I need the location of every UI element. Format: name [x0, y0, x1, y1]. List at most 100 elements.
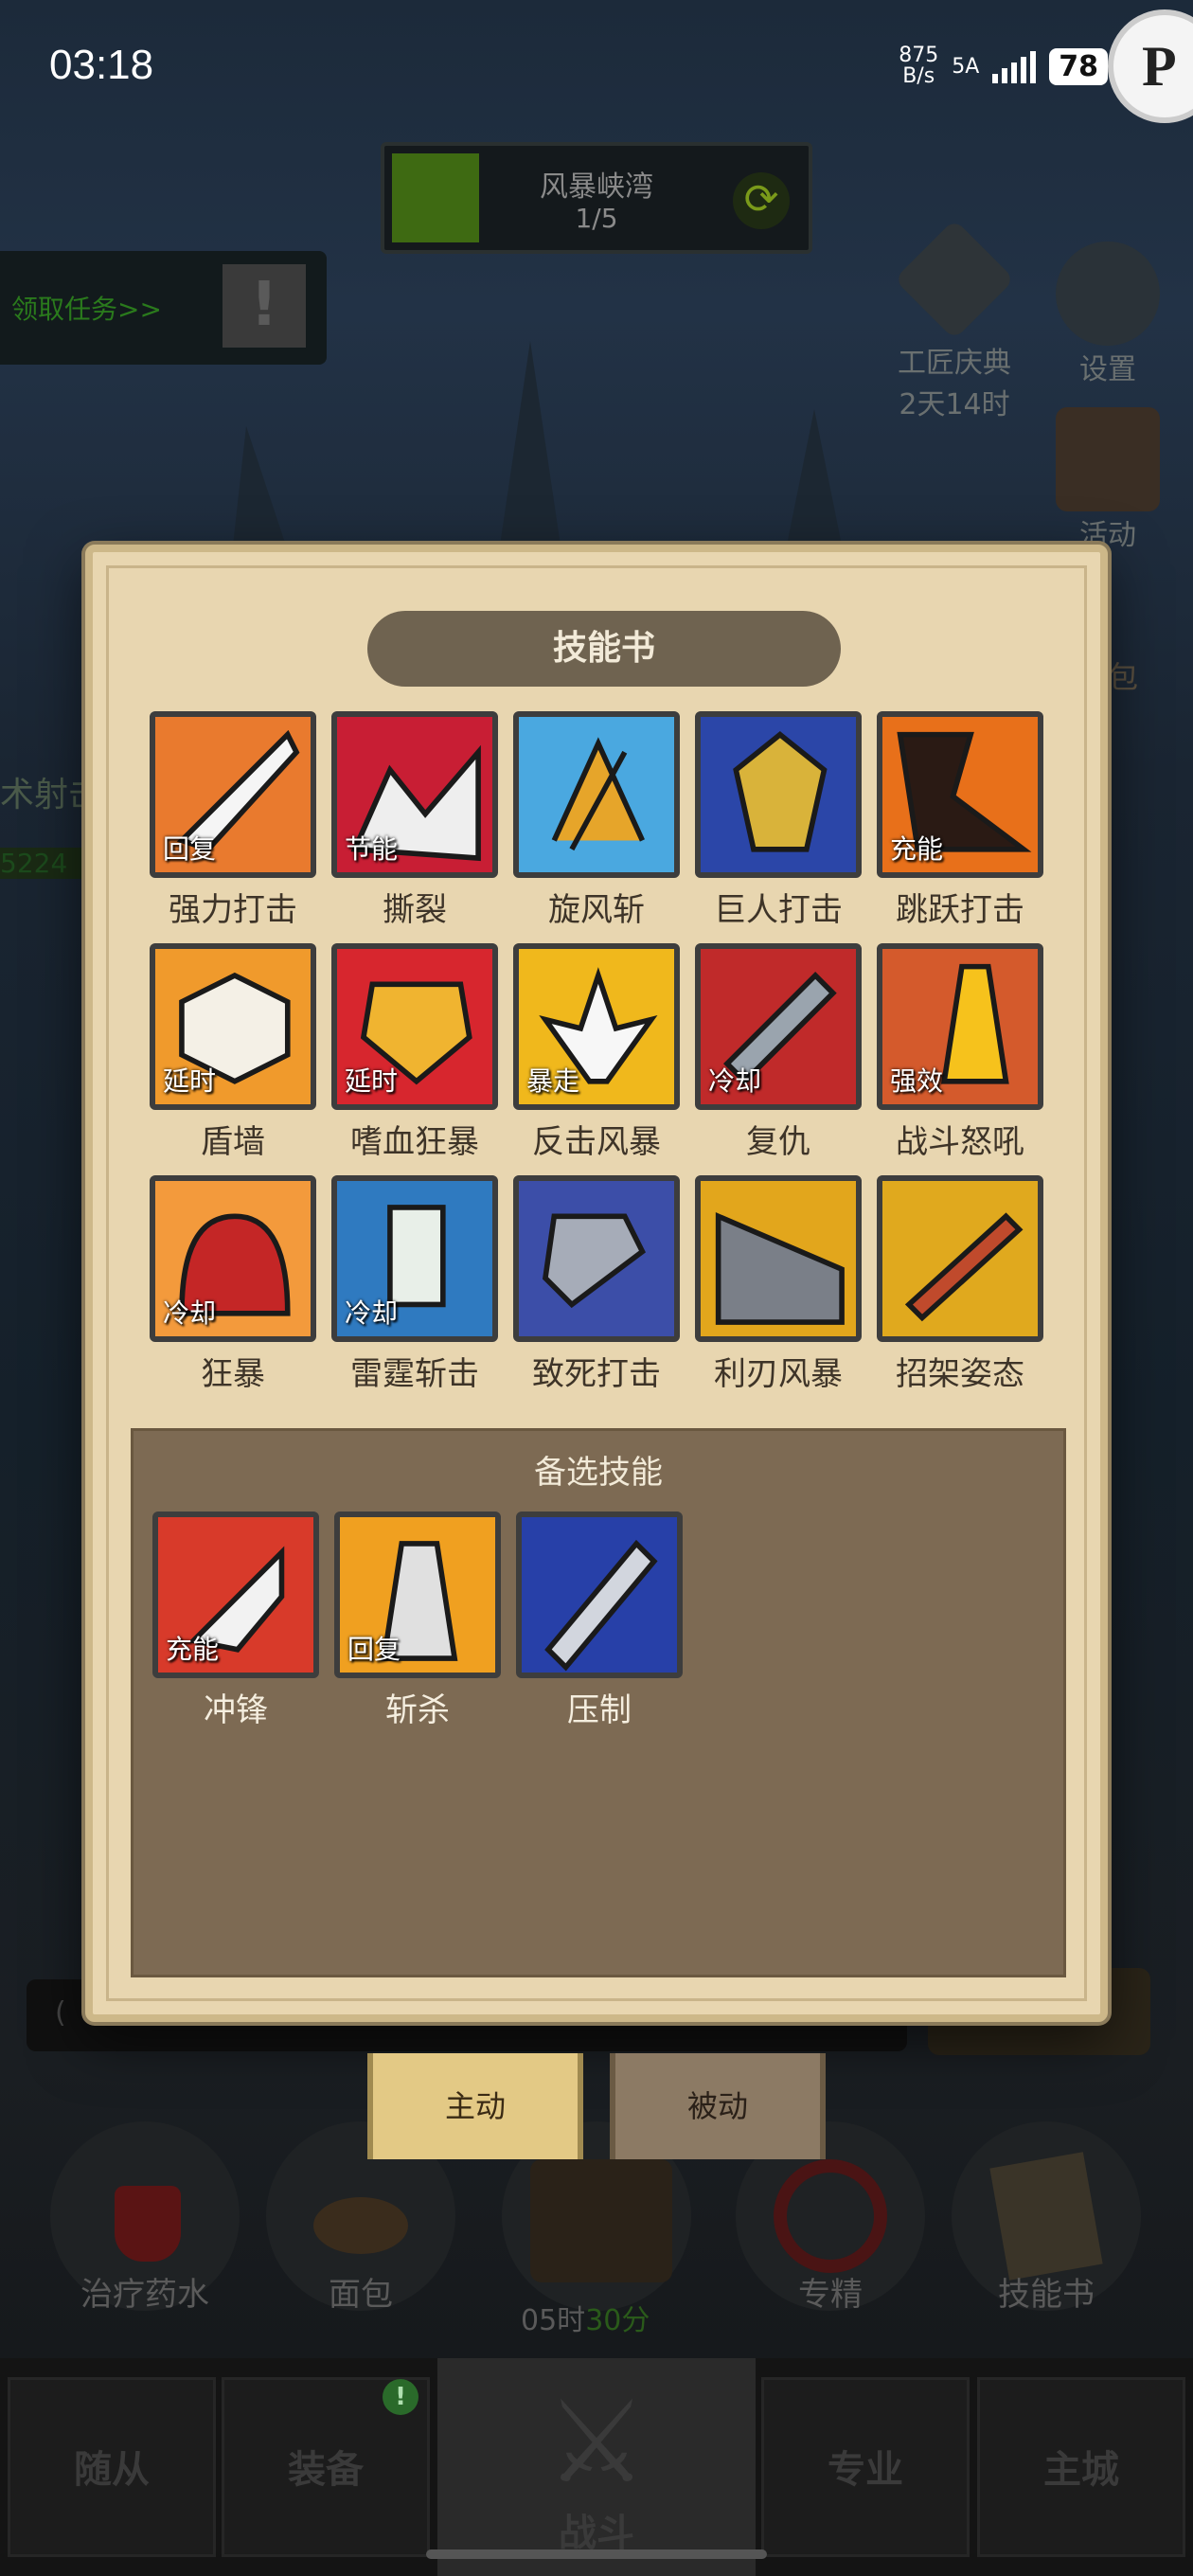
execute-icon: 回复: [334, 1512, 501, 1678]
power-strike-icon: 回复: [150, 711, 316, 878]
celebration-timer: 2天14时: [899, 388, 1010, 421]
rend-icon: 节能: [331, 711, 498, 878]
skill-slot[interactable]: 回复强力打击: [150, 711, 316, 930]
skill-slot[interactable]: 延时 盾墙: [150, 943, 316, 1162]
thunder-slash-icon: 冷却: [331, 1175, 498, 1342]
skill-name: 狂暴: [201, 1355, 265, 1393]
bloodlust-icon: 延时: [331, 943, 498, 1110]
bladestorm-icon: [695, 1175, 862, 1342]
skill-slot[interactable]: 回复斩杀: [334, 1512, 501, 1730]
skill-slot[interactable]: 延时 嗜血狂暴: [331, 943, 498, 1162]
bread-icon: [313, 2197, 408, 2254]
charge-icon: 充能: [152, 1512, 319, 1678]
tab-passive[interactable]: 被动: [610, 2053, 826, 2159]
counter-storm-icon: 暴走: [513, 943, 680, 1110]
settings-label: 设置: [1079, 353, 1136, 386]
skill-slot[interactable]: 冷却狂暴: [150, 1175, 316, 1394]
skill-slot[interactable]: 强效战斗怒吼: [877, 943, 1043, 1162]
skill-slot[interactable]: 充能跳跃打击: [877, 711, 1043, 930]
quest-label: 领取任务>>: [11, 294, 162, 325]
giant-strike-icon: [695, 711, 862, 878]
scroll-icon: [1056, 407, 1160, 511]
skill-slot[interactable]: 利刃风暴: [695, 1175, 862, 1394]
gear-icon: [1056, 242, 1160, 346]
skill-tag: 延时: [163, 1065, 217, 1097]
nav-followers[interactable]: 随从: [8, 2377, 216, 2557]
potion-icon: [115, 2186, 181, 2262]
overpower-icon: [516, 1512, 683, 1678]
settings-button[interactable]: 设置: [1042, 242, 1174, 387]
quick-item-potion[interactable]: 治疗药水: [45, 2121, 244, 2314]
network-speed: 875 B/s: [899, 44, 939, 88]
quick-item-skill-book[interactable]: 技能书: [947, 2121, 1146, 2314]
skill-name: 旋风斩: [548, 891, 645, 929]
skill-slot[interactable]: 冷却复仇: [695, 943, 862, 1162]
skill-name: 致死打击: [532, 1355, 661, 1393]
notification-badge: !: [383, 2379, 418, 2415]
status-indicators: 875 B/s 5A 78: [899, 45, 1108, 87]
activity-button[interactable]: 活动: [1042, 407, 1174, 553]
bottom-nav: 随从 装备 ⚔ 战斗 专业 主城: [0, 2358, 1193, 2576]
hidden-number: 5224: [0, 848, 85, 879]
nav-main-city[interactable]: 主城: [977, 2377, 1185, 2557]
skill-name: 雷霆斩击: [350, 1355, 479, 1393]
skill-slot[interactable]: 巨人打击: [695, 711, 862, 930]
floating-assistant-icon[interactable]: P: [1108, 9, 1193, 123]
skill-slot[interactable]: 旋风斩: [513, 711, 680, 930]
skill-name: 招架姿态: [896, 1355, 1024, 1393]
hammer-icon: [894, 219, 1015, 340]
skill-slot[interactable]: 暴走 反击风暴: [513, 943, 680, 1162]
exclamation-icon: !: [223, 264, 306, 348]
celebration-button[interactable]: 工匠庆典 2天14时: [879, 219, 1030, 422]
refresh-icon[interactable]: ⟳: [733, 172, 790, 229]
nav-specialty[interactable]: 专业: [761, 2377, 970, 2557]
parry-stance-icon: [877, 1175, 1043, 1342]
home-indicator[interactable]: [426, 2549, 767, 2559]
skill-tag: 强效: [890, 1065, 944, 1097]
battery-icon: 78: [1049, 47, 1108, 85]
alternate-skills-title: 备选技能: [534, 1454, 663, 1492]
battle-shout-icon: 强效: [877, 943, 1043, 1110]
skill-slot[interactable]: 招架姿态: [877, 1175, 1043, 1394]
network-type: 5A: [952, 54, 980, 79]
skill-name: 跳跃打击: [896, 891, 1024, 929]
skill-slot[interactable]: 冷却雷霆斩击: [331, 1175, 498, 1394]
skill-tag: 暴走: [526, 1065, 580, 1097]
skill-tag: 回复: [347, 1634, 401, 1665]
skill-tag: 回复: [163, 833, 217, 865]
skill-slot[interactable]: 压制: [516, 1512, 683, 1730]
status-bar: 03:18 875 B/s 5A 78 P: [0, 0, 1193, 133]
skill-book-modal: 技能书 回复 强力打击 节能 撕裂 旋风斩 巨人打击 充能 跳跃打击 延时 盾墙 延时 嗜血狂暴 暴走反…: [85, 545, 1108, 2022]
skill-tag: 冷却: [163, 1297, 217, 1329]
skill-slot[interactable]: 致死打击: [513, 1175, 680, 1394]
skill-name: 复仇: [746, 1123, 810, 1161]
zone-progress-bar: 风暴峡湾 1/5 ⟳: [381, 142, 812, 254]
book-icon: [989, 2152, 1103, 2281]
skill-tag: 延时: [345, 1065, 399, 1097]
mortal-strike-icon: [513, 1175, 680, 1342]
nav-battle[interactable]: ⚔ 战斗: [437, 2358, 756, 2576]
status-time: 03:18: [49, 42, 154, 88]
signal-icon: [992, 49, 1037, 83]
alternate-skills-panel: 备选技能 充能 冲锋 回复 斩杀 压制: [131, 1428, 1066, 1977]
skill-name: 强力打击: [169, 891, 297, 929]
skill-name: 冲锋: [204, 1691, 268, 1729]
skill-tag: 冷却: [708, 1065, 762, 1097]
skill-tag: 节能: [345, 833, 399, 865]
leap-strike-icon: 充能: [877, 711, 1043, 878]
hidden-bag-label: 包: [1108, 659, 1139, 695]
skill-tag: 充能: [890, 833, 944, 865]
quest-bar[interactable]: 领取任务>> !: [0, 251, 327, 365]
treasure-chest-icon: [530, 2159, 672, 2282]
celebration-label: 工匠庆典: [898, 347, 1011, 380]
skill-slot[interactable]: 节能 撕裂: [331, 711, 498, 930]
skill-name: 斩杀: [385, 1691, 450, 1729]
berserk-icon: 冷却: [150, 1175, 316, 1342]
skill-name: 巨人打击: [714, 891, 843, 929]
skill-tag: 冷却: [345, 1297, 399, 1329]
skill-slot[interactable]: 充能 冲锋: [152, 1512, 319, 1730]
skill-name: 压制: [567, 1691, 632, 1729]
tab-active[interactable]: 主动: [367, 2053, 583, 2159]
specialization-icon: [774, 2159, 887, 2273]
skill-name: 战斗怒吼: [896, 1123, 1024, 1161]
